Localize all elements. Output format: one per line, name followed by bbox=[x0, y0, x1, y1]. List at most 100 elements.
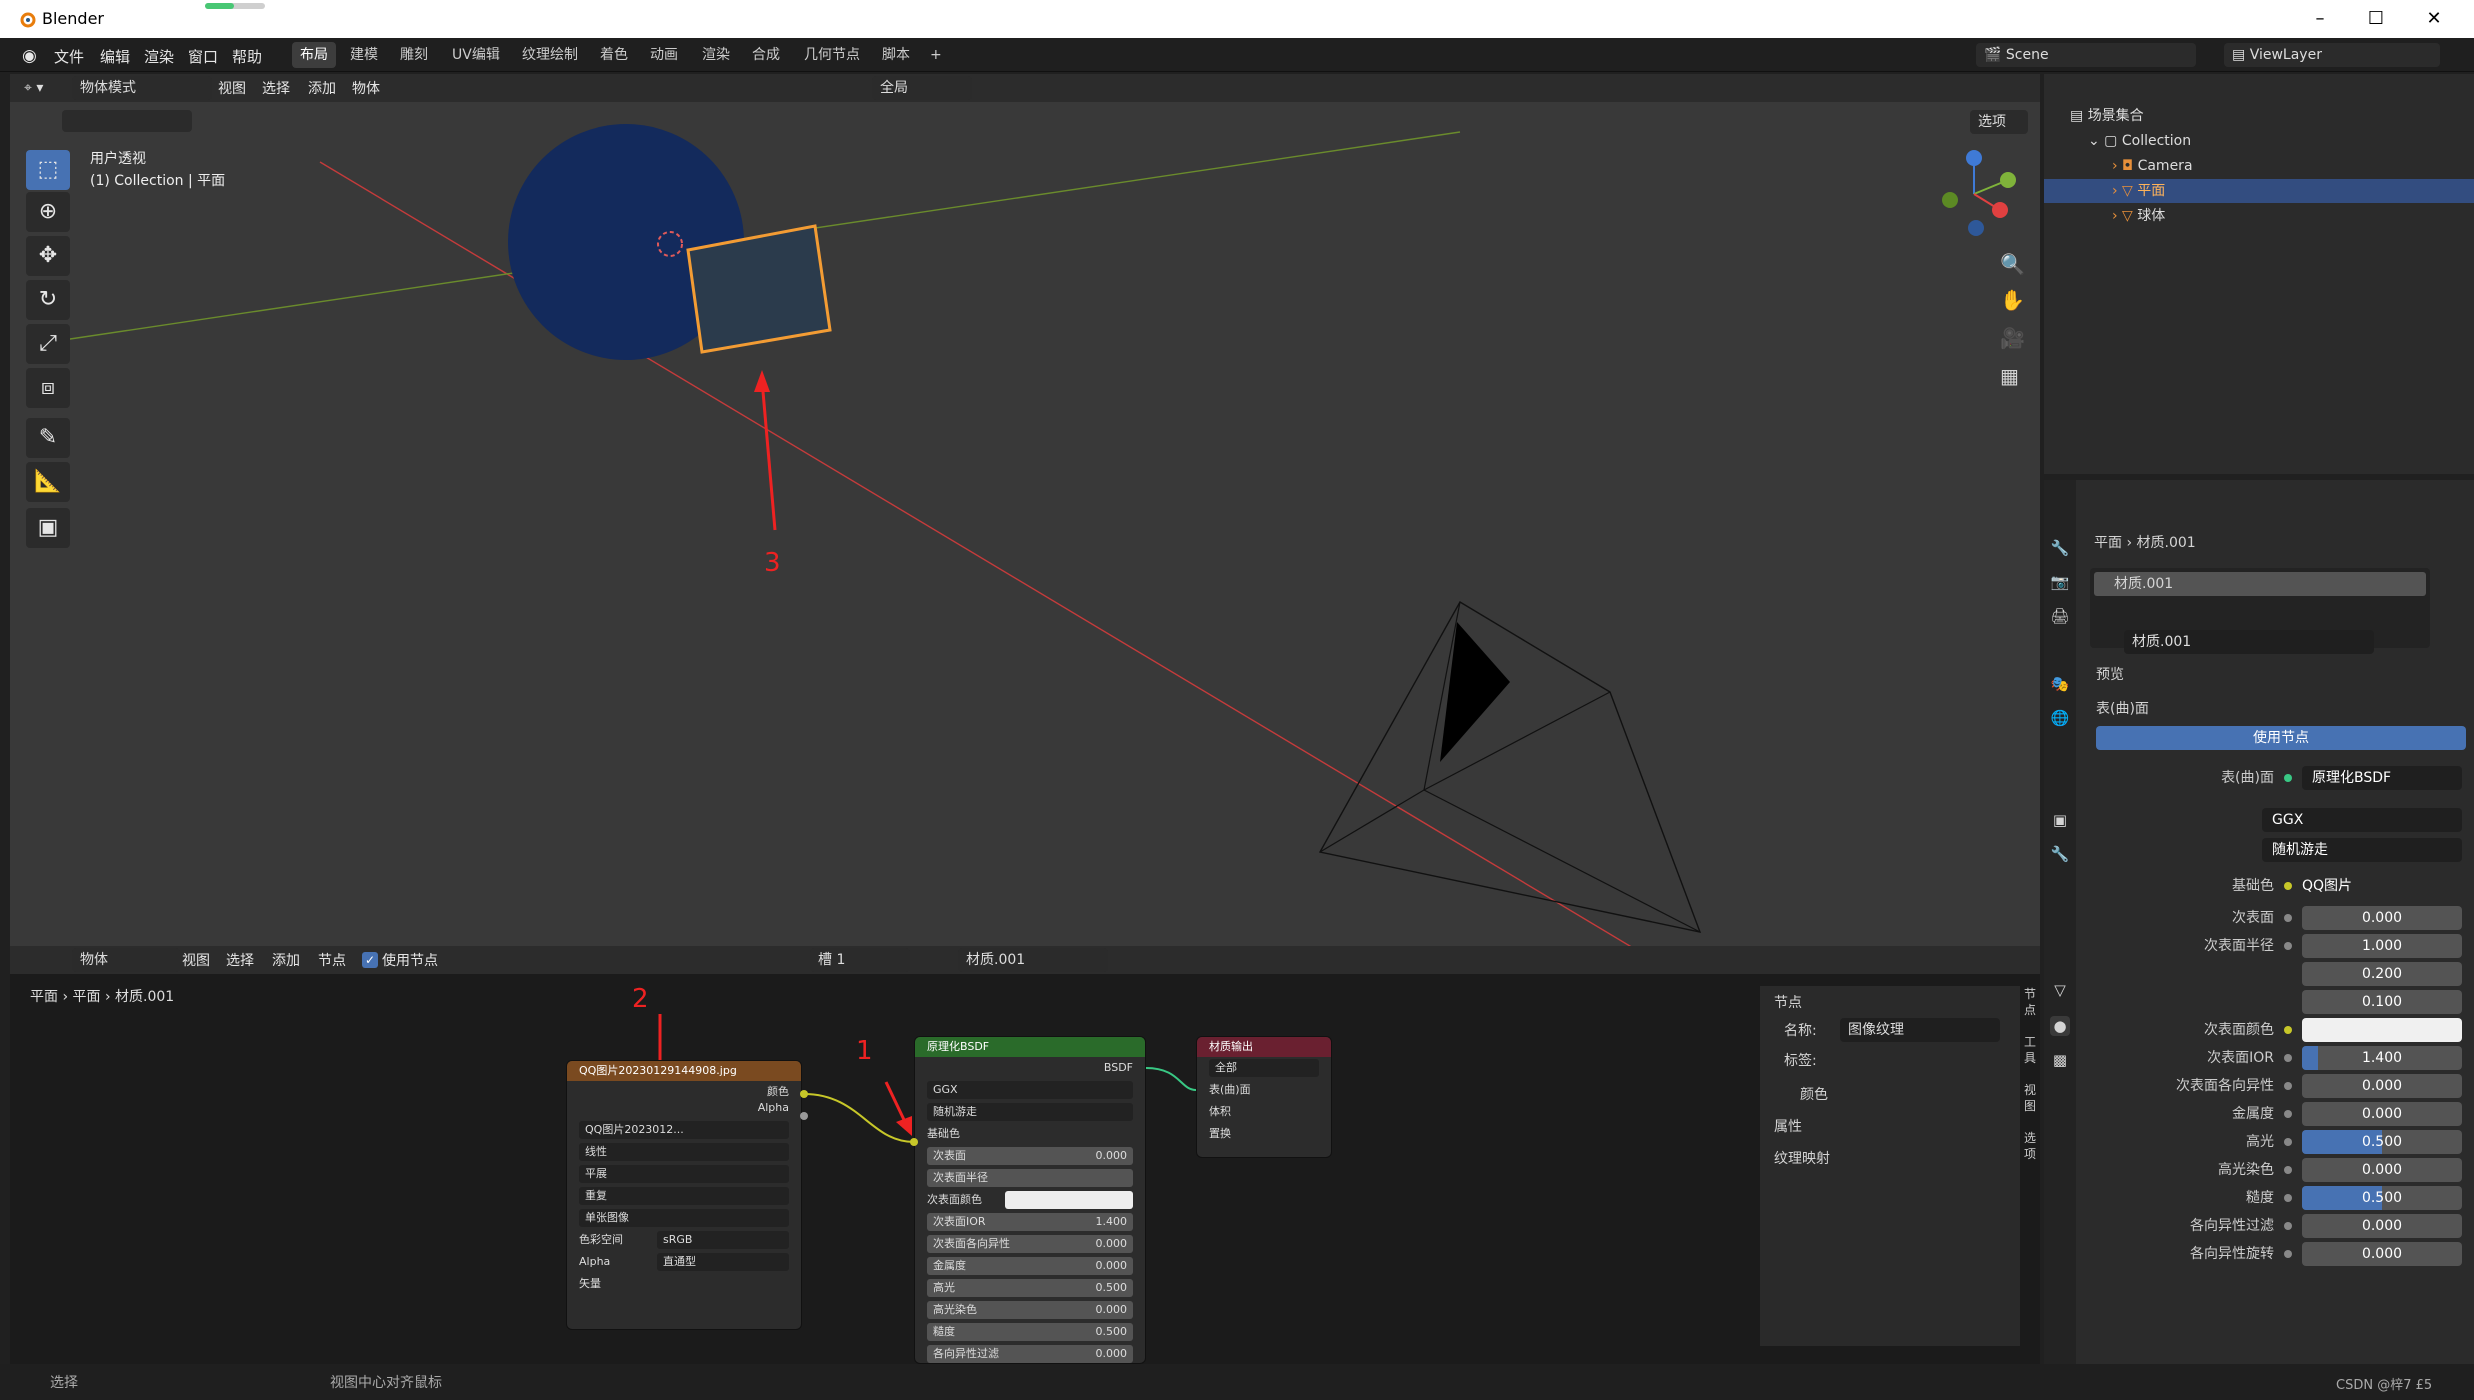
bsdf-input-field[interactable]: 次表面IOR 1.400 bbox=[927, 1213, 1133, 1231]
sidebar-tabs[interactable]: 节点 工具 视图 选项 bbox=[2024, 986, 2040, 1162]
ws-scripting[interactable]: 脚本 bbox=[874, 42, 918, 68]
bsdf-input-field[interactable]: 高光染色 0.000 bbox=[927, 1301, 1133, 1319]
bsdf-input-row[interactable]: 次表面半径 bbox=[915, 1167, 1145, 1189]
ws-geonodes[interactable]: 几何节点 bbox=[796, 42, 868, 68]
property-row[interactable]: 金属度 0.000 bbox=[2084, 1100, 2474, 1128]
tab-tool[interactable]: 工具 bbox=[2024, 1034, 2040, 1066]
bsdf-input-field[interactable]: 糙度 0.500 bbox=[927, 1323, 1133, 1341]
output-tab-icon[interactable]: 🖨 bbox=[2050, 606, 2070, 626]
property-value[interactable]: 0.000 bbox=[2302, 906, 2462, 930]
properties-section[interactable]: 属性 bbox=[1774, 1116, 1802, 1136]
transform-orientation[interactable]: 全局 bbox=[872, 76, 972, 100]
ortho-grid-icon[interactable]: ▦ bbox=[2000, 364, 2019, 388]
alpha-dropdown[interactable]: 直通型 bbox=[657, 1253, 789, 1271]
prop-sss-dropdown[interactable]: 随机游走 bbox=[2262, 838, 2462, 862]
socket-dot[interactable] bbox=[2284, 1194, 2292, 1202]
socket-dot[interactable] bbox=[2284, 1138, 2292, 1146]
socket-dot[interactable] bbox=[2284, 942, 2292, 950]
world-tab-icon[interactable]: 🌐 bbox=[2050, 708, 2070, 728]
ext-row[interactable]: 重复 bbox=[567, 1185, 801, 1207]
source-dropdown[interactable]: 单张图像 bbox=[579, 1209, 789, 1227]
property-row[interactable]: 高光 0.500 bbox=[2084, 1128, 2474, 1156]
property-row[interactable]: 各向异性旋转 0.000 bbox=[2084, 1240, 2474, 1268]
menu-file[interactable]: 文件 bbox=[54, 46, 84, 67]
bsdf-input-row[interactable]: 次表面IOR 1.400 bbox=[915, 1211, 1145, 1233]
cursor-tool[interactable]: ⊕ bbox=[26, 192, 70, 232]
scene-selector[interactable]: 🎬 Scene bbox=[1976, 43, 2196, 67]
blender-menu-icon[interactable]: ◉ bbox=[22, 46, 37, 66]
node-name-field[interactable]: 图像纹理 bbox=[1840, 1018, 2000, 1042]
property-value[interactable]: 0.500 bbox=[2302, 1186, 2462, 1210]
distribution-dropdown[interactable]: GGX bbox=[927, 1081, 1133, 1099]
vp-menu-object[interactable]: 物体 bbox=[352, 78, 380, 98]
render-tab-icon[interactable]: 📷 bbox=[2050, 572, 2070, 592]
bsdf-input-row[interactable]: 次表面 0.000 bbox=[915, 1145, 1145, 1167]
editor-type-icon[interactable]: ⌖ ▾ bbox=[16, 76, 66, 100]
bsdf-input-row[interactable]: 高光 0.500 bbox=[915, 1277, 1145, 1299]
property-value[interactable]: 1.000 bbox=[2302, 934, 2462, 958]
menu-window[interactable]: 窗口 bbox=[188, 46, 218, 67]
property-row[interactable]: 各向异性过滤 0.000 bbox=[2084, 1212, 2474, 1240]
shader-editor[interactable]: 物体 视图 选择 添加 节点 ✓ 使用节点 槽 1 材质.001 平面 › 平面… bbox=[10, 946, 2040, 1364]
sss-method-row[interactable]: 随机游走 bbox=[2084, 836, 2474, 864]
menu-edit[interactable]: 编辑 bbox=[100, 46, 130, 67]
property-value[interactable]: 0.000 bbox=[2302, 1214, 2462, 1238]
data-tab-icon[interactable]: ▽ bbox=[2050, 980, 2070, 1000]
material-tab-icon[interactable]: ● bbox=[2050, 1016, 2070, 1036]
property-value[interactable]: 1.400 bbox=[2302, 1046, 2462, 1070]
ws-uv[interactable]: UV编辑 bbox=[444, 42, 508, 68]
ws-modeling[interactable]: 建模 bbox=[342, 42, 386, 68]
ws-animation[interactable]: 动画 bbox=[642, 42, 686, 68]
bsdf-input-row[interactable]: 次表面颜色 bbox=[915, 1189, 1145, 1211]
bsdf-input-field[interactable]: 次表面 0.000 bbox=[927, 1147, 1133, 1165]
bsdf-input-field[interactable]: 金属度 0.000 bbox=[927, 1257, 1133, 1275]
property-row[interactable]: 次表面颜色 bbox=[2084, 1016, 2474, 1044]
socket-dot[interactable] bbox=[2284, 1026, 2292, 1034]
pan-hand-icon[interactable]: ✋ bbox=[2000, 288, 2025, 312]
maximize-button[interactable]: ☐ bbox=[2356, 6, 2396, 32]
navigation-gizmo[interactable] bbox=[1930, 144, 2020, 244]
vp-menu-select[interactable]: 选择 bbox=[262, 78, 290, 98]
src-row[interactable]: 单张图像 bbox=[567, 1207, 801, 1229]
annotate-tool[interactable]: ✎ bbox=[26, 418, 70, 458]
preview-panel[interactable]: 预览 bbox=[2096, 664, 2124, 684]
socket-dot[interactable] bbox=[2284, 1054, 2292, 1062]
menu-help[interactable]: 帮助 bbox=[232, 46, 262, 67]
bsdf-input-row[interactable]: 高光染色 0.000 bbox=[915, 1299, 1145, 1321]
alpha-socket[interactable] bbox=[800, 1112, 808, 1120]
outliner-plane[interactable]: › ▽ 平面 bbox=[2044, 179, 2474, 203]
socket-dot[interactable] bbox=[2284, 1222, 2292, 1230]
outliner[interactable]: ▤ 场景集合 ⌄ ▢ Collection › ◘ Camera › ▽ 平面 … bbox=[2044, 74, 2474, 474]
node-section-title[interactable]: 节点 bbox=[1774, 992, 1802, 1012]
select-tool[interactable]: ⬚ bbox=[26, 150, 70, 190]
close-button[interactable]: ✕ bbox=[2414, 6, 2454, 32]
property-value[interactable]: 0.000 bbox=[2302, 1242, 2462, 1266]
property-value[interactable]: 0.000 bbox=[2302, 1158, 2462, 1182]
projection-dropdown[interactable]: 平展 bbox=[579, 1165, 789, 1183]
bsdf-input-row[interactable]: 糙度 0.500 bbox=[915, 1321, 1145, 1343]
socket-dot[interactable] bbox=[2284, 1110, 2292, 1118]
camera-view-icon[interactable]: 🎥 bbox=[2000, 326, 2025, 350]
colorspace-row[interactable]: 色彩空间 sRGB bbox=[567, 1229, 801, 1251]
alpha-row[interactable]: Alpha 直通型 bbox=[567, 1251, 801, 1273]
socket-dot[interactable] bbox=[2284, 914, 2292, 922]
property-row[interactable]: 次表面各向异性 0.000 bbox=[2084, 1072, 2474, 1100]
mode-dropdown[interactable]: 物体模式 bbox=[72, 76, 212, 100]
property-value[interactable] bbox=[2302, 1018, 2462, 1042]
tab-view[interactable]: 视图 bbox=[2024, 1082, 2040, 1114]
bsdf-input-field[interactable]: 高光 0.500 bbox=[927, 1279, 1133, 1297]
principled-bsdf-node[interactable]: 原理化BSDF BSDF GGX 随机游走 基础色 次表面 0.000 次表面半径次… bbox=[914, 1036, 1146, 1364]
property-value[interactable]: 0.200 bbox=[2302, 962, 2462, 986]
surface-shader-field[interactable]: 原理化BSDF bbox=[2302, 766, 2462, 790]
property-row[interactable]: 次表面IOR 1.400 bbox=[2084, 1044, 2474, 1072]
properties-editor[interactable]: 🔧 📷 🖨 🎭 🌐 ▣ 🔧 ▽ ● ▩ 平面 › 材质.001 材质.001 材… bbox=[2044, 480, 2474, 1364]
bsdf-input-field[interactable] bbox=[1005, 1191, 1133, 1209]
scene-collection[interactable]: ▤ 场景集合 bbox=[2044, 104, 2474, 128]
surface-panel[interactable]: 表(曲)面 bbox=[2096, 698, 2149, 718]
object-tab-icon[interactable]: ▣ bbox=[2050, 810, 2070, 830]
3d-viewport[interactable]: ⌖ ▾ 物体模式 视图 选择 添加 物体 全局 选项 3 用户透视 (1) Co… bbox=[10, 74, 2040, 946]
target-dropdown[interactable]: 全部 bbox=[1209, 1059, 1319, 1077]
interpolation-dropdown[interactable]: 线性 bbox=[579, 1143, 789, 1161]
tab-node[interactable]: 节点 bbox=[2024, 986, 2040, 1018]
sss-row[interactable]: 随机游走 bbox=[915, 1101, 1145, 1123]
